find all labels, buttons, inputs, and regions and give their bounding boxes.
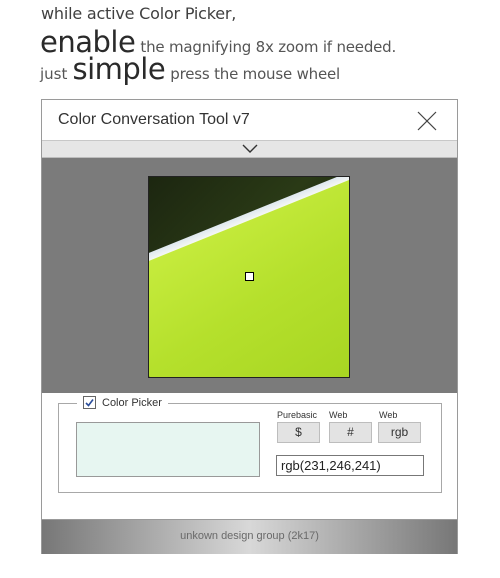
intro-text-3: press the mouse wheel [170,65,340,83]
hex-button[interactable]: # [329,422,372,443]
intro-line-3: just simple press the mouse wheel [40,52,500,86]
chevron-down-icon [242,144,258,153]
purebasic-button[interactable]: $ [277,422,320,443]
collapse-toggle[interactable] [42,141,457,158]
color-picker-legend: Color Picker [77,396,168,409]
intro-line-1: while active Color Picker, [41,4,500,23]
label-web-hex: Web [329,410,348,420]
color-picker-panel: Color Picker Purebasic Web Web $ # rgb r… [58,396,442,493]
color-swatch [76,422,260,477]
label-purebasic: Purebasic [277,410,318,420]
intro-text-1: while active Color Picker, [41,4,237,23]
window-title: Color Conversation Tool v7 [58,111,250,128]
footer-bar: unkown design group (2k17) [42,519,457,554]
intro-simple: simple [72,52,166,86]
intro-just: just [40,65,68,83]
color-picker-label: Color Picker [102,396,162,409]
tool-window: Color Conversation Tool v7 Color Picker … [41,99,458,554]
rgb-button[interactable]: rgb [378,422,421,443]
magnifier-preview[interactable] [148,176,350,378]
close-icon[interactable] [415,109,439,133]
zoom-viewer[interactable] [42,158,457,393]
label-web-rgb: Web [379,410,398,420]
footer-text: unkown design group (2k17) [180,530,319,542]
picker-cursor [245,272,254,281]
title-bar[interactable]: Color Conversation Tool v7 [42,100,457,141]
color-value-field[interactable]: rgb(231,246,241) [276,455,424,476]
check-icon [85,399,94,407]
color-picker-checkbox[interactable] [83,396,96,409]
